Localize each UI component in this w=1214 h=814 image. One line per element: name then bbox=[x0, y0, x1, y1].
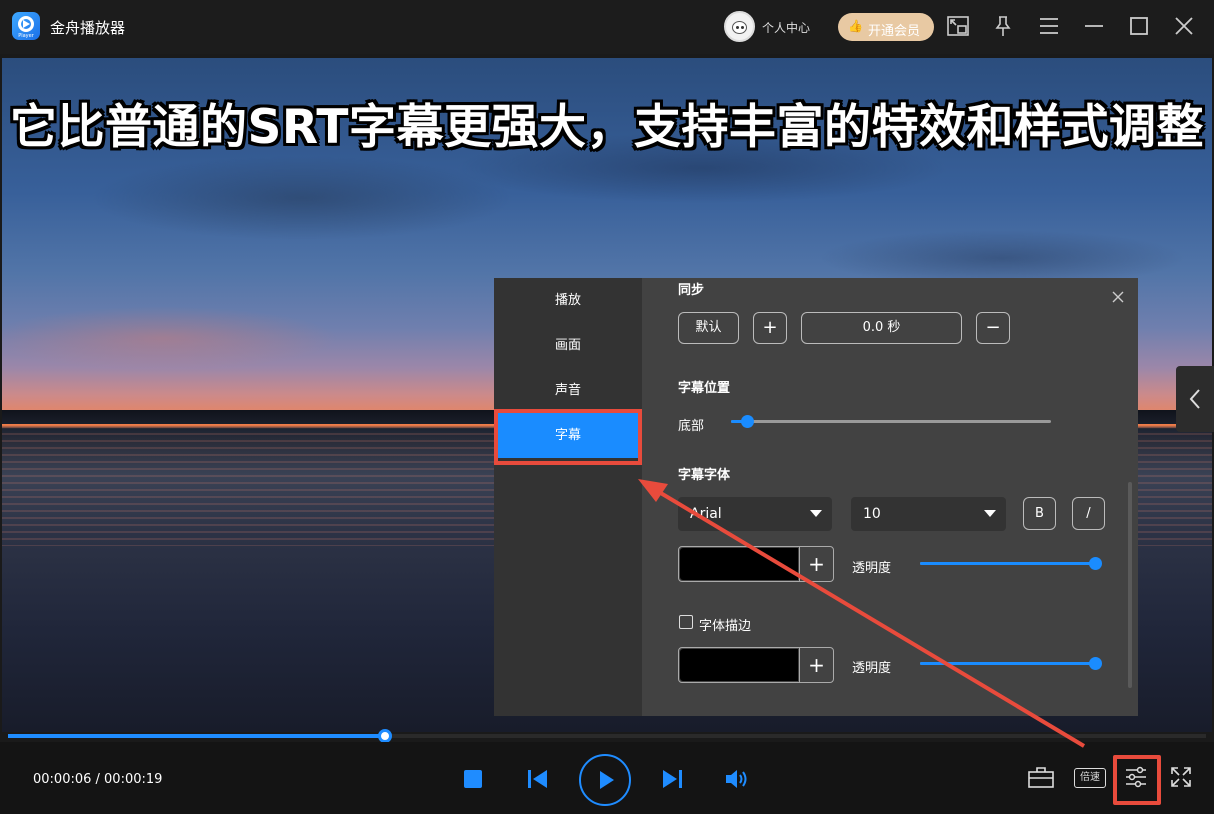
outline-label: 字体描边 bbox=[699, 619, 752, 634]
app-logo-icon: Player bbox=[12, 12, 40, 40]
font-opacity-label: 透明度 bbox=[852, 561, 892, 576]
font-opacity-slider-handle[interactable] bbox=[1089, 557, 1102, 570]
annotation-highlight-box bbox=[494, 409, 642, 465]
seek-handle[interactable] bbox=[378, 729, 393, 743]
outline-opacity-label: 透明度 bbox=[852, 661, 892, 676]
position-slider-handle[interactable] bbox=[741, 415, 754, 428]
outline-opacity-slider-handle[interactable] bbox=[1089, 657, 1102, 670]
settings-nav: 播放 画面 声音 字幕 bbox=[494, 278, 642, 716]
font-color-picker[interactable]: + bbox=[678, 546, 834, 582]
subtitle-position-title: 字幕位置 bbox=[678, 381, 731, 396]
font-opacity-slider[interactable] bbox=[920, 557, 1102, 570]
sync-title: 同步 bbox=[678, 283, 705, 298]
mini-mode-icon[interactable] bbox=[946, 14, 970, 38]
sync-minus-button[interactable]: − bbox=[976, 312, 1010, 344]
position-slider[interactable] bbox=[731, 415, 1051, 428]
thumbs-up-icon: 👍 bbox=[848, 19, 863, 33]
settings-panel: 播放 画面 声音 字幕 同步 默认 + 0.0 秒 − 字幕位置 底部 字幕字体… bbox=[494, 278, 1138, 716]
outline-opacity-slider[interactable] bbox=[920, 657, 1102, 670]
settings-tab-playback[interactable]: 播放 bbox=[494, 278, 642, 323]
bold-button[interactable]: B bbox=[1023, 497, 1056, 530]
previous-button[interactable] bbox=[527, 769, 549, 789]
next-button[interactable] bbox=[661, 769, 683, 789]
user-center-link[interactable]: 个人中心 bbox=[762, 19, 810, 36]
sync-default-button[interactable]: 默认 bbox=[678, 312, 739, 344]
panel-close-icon[interactable] bbox=[1108, 288, 1128, 308]
sync-plus-button[interactable]: + bbox=[753, 312, 787, 344]
app-title: 金舟播放器 bbox=[50, 19, 126, 37]
subtitle-font-title: 字幕字体 bbox=[678, 468, 731, 483]
vip-button[interactable]: 👍 开通会员 bbox=[838, 13, 934, 41]
speed-button[interactable]: 倍速 bbox=[1074, 768, 1106, 788]
stop-button[interactable] bbox=[464, 770, 482, 788]
menu-icon[interactable] bbox=[1037, 14, 1061, 38]
outline-color-plus-button[interactable]: + bbox=[799, 648, 833, 682]
seek-bar[interactable] bbox=[8, 729, 1206, 743]
pin-icon[interactable] bbox=[991, 14, 1015, 38]
volume-icon bbox=[726, 770, 747, 788]
italic-button[interactable]: / bbox=[1072, 497, 1105, 530]
skip-previous-icon bbox=[528, 770, 547, 788]
toolbox-icon bbox=[1028, 767, 1054, 788]
skip-next-icon bbox=[663, 770, 682, 788]
settings-tab-picture[interactable]: 画面 bbox=[494, 323, 642, 368]
close-icon[interactable] bbox=[1172, 14, 1196, 38]
play-icon bbox=[600, 771, 614, 789]
panel-scrollbar[interactable] bbox=[1128, 482, 1132, 688]
title-bar: Player 金舟播放器 个人中心 👍 开通会员 bbox=[0, 0, 1214, 54]
fullscreen-button[interactable] bbox=[1170, 766, 1192, 788]
font-color-swatch[interactable] bbox=[680, 548, 798, 580]
font-size-select[interactable]: 10 bbox=[851, 497, 1006, 531]
avatar[interactable] bbox=[724, 11, 755, 42]
chevron-down-icon bbox=[984, 510, 996, 517]
maximize-icon[interactable] bbox=[1127, 14, 1151, 38]
settings-tab-audio[interactable]: 声音 bbox=[494, 368, 642, 413]
fullscreen-icon bbox=[1171, 767, 1191, 787]
side-panel-toggle[interactable] bbox=[1176, 366, 1214, 432]
sync-value-field[interactable]: 0.0 秒 bbox=[801, 312, 962, 344]
control-bar: 00:00:06 / 00:00:19 倍速 bbox=[0, 742, 1214, 814]
time-display: 00:00:06 / 00:00:19 bbox=[33, 772, 163, 787]
toolbox-button[interactable] bbox=[1028, 766, 1054, 788]
outline-checkbox[interactable] bbox=[679, 615, 693, 629]
outline-color-swatch[interactable] bbox=[680, 649, 798, 681]
video-subtitle: 它比普通的SRT字幕更强大，支持丰富的特效和样式调整 bbox=[10, 100, 1204, 155]
minimize-icon[interactable] bbox=[1082, 14, 1106, 38]
outline-color-picker[interactable]: + bbox=[678, 647, 834, 683]
play-button[interactable] bbox=[579, 754, 631, 806]
annotation-highlight-box bbox=[1113, 755, 1161, 805]
volume-button[interactable] bbox=[724, 768, 748, 790]
font-color-plus-button[interactable]: + bbox=[799, 547, 833, 581]
position-label: 底部 bbox=[678, 419, 705, 434]
chevron-down-icon bbox=[810, 510, 822, 517]
font-family-select[interactable]: Arial bbox=[678, 497, 832, 531]
chevron-left-icon bbox=[1189, 389, 1200, 409]
